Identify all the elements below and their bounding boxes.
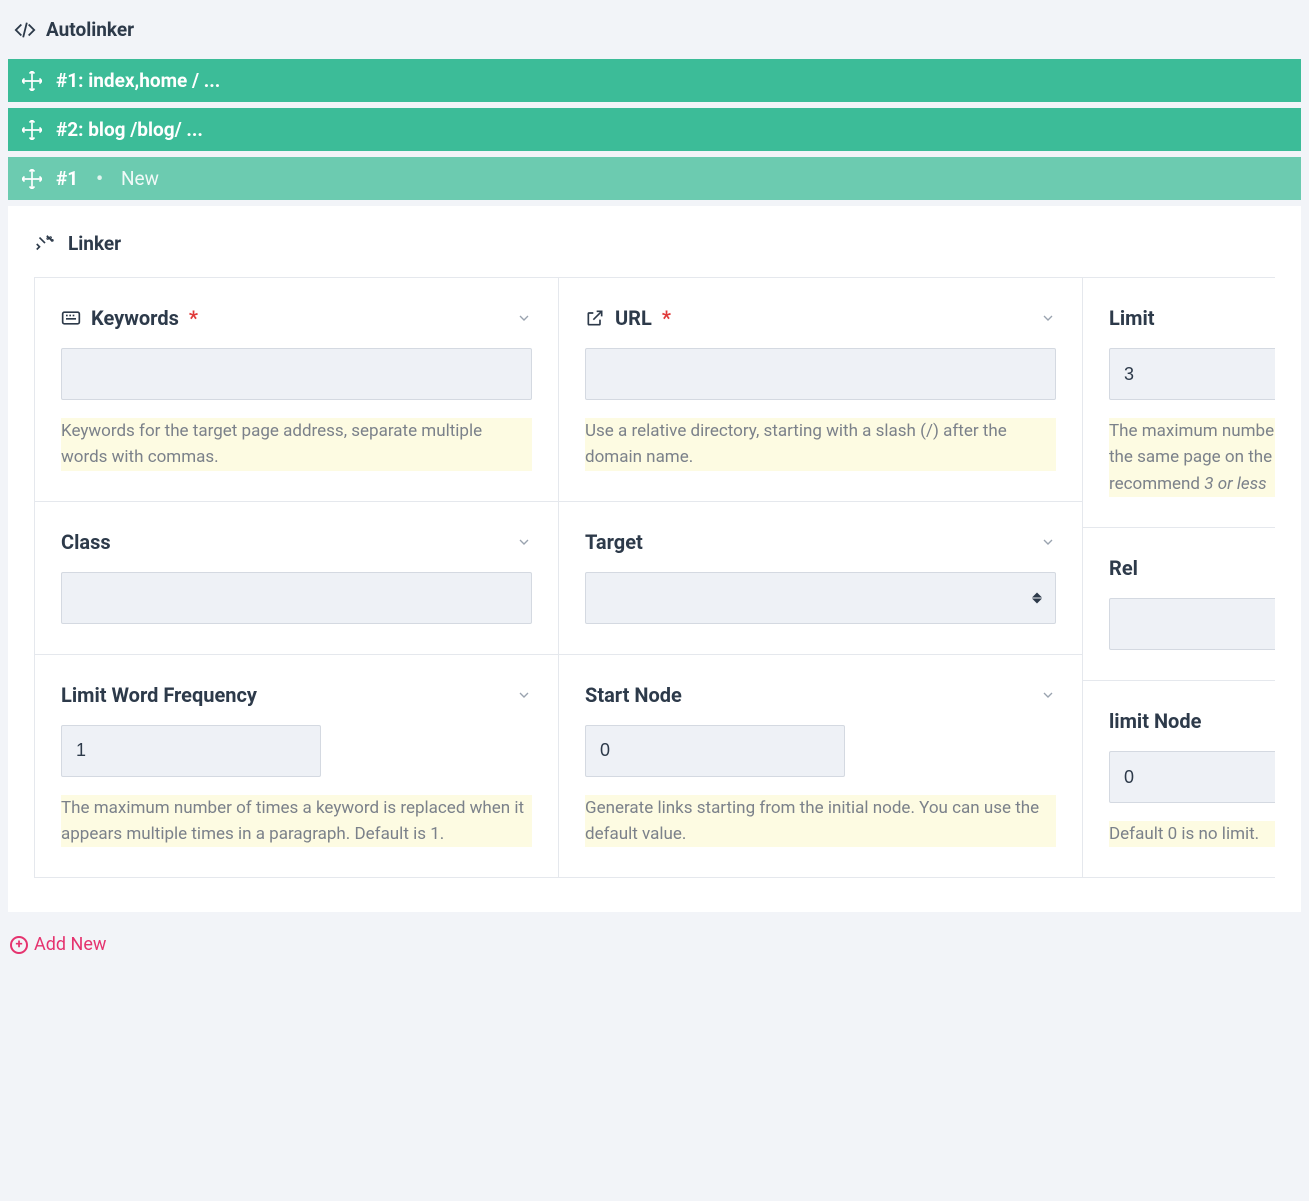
chevron-down-icon[interactable] (516, 310, 532, 326)
field-label: Start Node (585, 683, 682, 707)
target-select[interactable] (585, 572, 1056, 624)
field-label: Target (585, 530, 643, 554)
linker-row-suffix: New (121, 167, 159, 190)
field-rel: Rel (1083, 528, 1275, 681)
required-asterisk: * (189, 306, 198, 330)
field-help: Keywords for the target page address, se… (61, 418, 532, 471)
linker-row-2[interactable]: #2: blog /blog/ ... (8, 108, 1301, 151)
limit-input[interactable] (1109, 348, 1275, 400)
field-help: Default 0 is no limit. (1109, 821, 1275, 847)
external-link-icon (585, 308, 605, 328)
field-class: Class (35, 502, 559, 655)
linker-row-expanded-header[interactable]: #1 • New (8, 157, 1301, 200)
field-label: Limit Word Frequency (61, 683, 257, 707)
field-label: URL (615, 306, 652, 330)
field-help: Use a relative directory, starting with … (585, 418, 1056, 471)
field-help: Generate links starting from the initial… (585, 795, 1056, 848)
panel-title: Linker (34, 232, 1275, 255)
linker-panel: Linker Keywords * Keywords for (8, 206, 1301, 912)
linker-row-1[interactable]: #1: index,home / ... (8, 59, 1301, 102)
page-header: Autolinker (8, 8, 1301, 59)
chevron-down-icon[interactable] (1040, 534, 1056, 550)
limit-word-frequency-input[interactable] (61, 725, 321, 777)
keywords-icon (61, 308, 81, 328)
add-new-button[interactable]: + Add New (8, 912, 108, 963)
chevron-down-icon[interactable] (516, 534, 532, 550)
start-node-input[interactable] (585, 725, 845, 777)
required-asterisk: * (662, 306, 671, 330)
move-icon[interactable] (22, 169, 42, 189)
field-keywords: Keywords * Keywords for the target page … (35, 278, 559, 502)
field-label: Limit (1109, 306, 1155, 330)
move-icon[interactable] (22, 71, 42, 91)
move-icon[interactable] (22, 120, 42, 140)
class-input[interactable] (61, 572, 532, 624)
field-url: URL * Use a relative directory, starting… (559, 278, 1083, 502)
plus-circle-icon: + (10, 936, 28, 954)
field-limit-word-frequency: Limit Word Frequency The maximum number … (35, 655, 559, 879)
field-start-node: Start Node Generate links starting from … (559, 655, 1083, 879)
select-caret-icon (1032, 592, 1042, 603)
keywords-input[interactable] (61, 348, 532, 400)
linker-row-prefix: #1 (56, 167, 78, 190)
separator-dot: • (92, 167, 107, 190)
field-label: Rel (1109, 556, 1138, 580)
chevron-down-icon[interactable] (516, 687, 532, 703)
field-label: limit Node (1109, 709, 1201, 733)
field-limit-node: limit Node Default 0 is no limit. (1083, 681, 1275, 878)
fields-grid: Keywords * Keywords for the target page … (34, 277, 1275, 878)
field-label: Class (61, 530, 111, 554)
field-label: Keywords (91, 306, 179, 330)
field-limit: Limit The maximum number of links to the… (1083, 278, 1275, 528)
field-target: Target (559, 502, 1083, 655)
linker-row-label: #1: index,home / ... (56, 69, 220, 92)
code-icon (14, 19, 36, 41)
page-title: Autolinker (46, 18, 134, 41)
field-help: The maximum number of times a keyword is… (61, 795, 532, 848)
linker-row-label: #2: blog /blog/ ... (56, 118, 203, 141)
limit-node-input[interactable] (1109, 751, 1275, 803)
chevron-down-icon[interactable] (1040, 310, 1056, 326)
url-input[interactable] (585, 348, 1056, 400)
chevron-down-icon[interactable] (1040, 687, 1056, 703)
field-help: The maximum number of links to the same … (1109, 418, 1275, 497)
rel-input[interactable] (1109, 598, 1275, 650)
add-new-label: Add New (34, 934, 106, 955)
